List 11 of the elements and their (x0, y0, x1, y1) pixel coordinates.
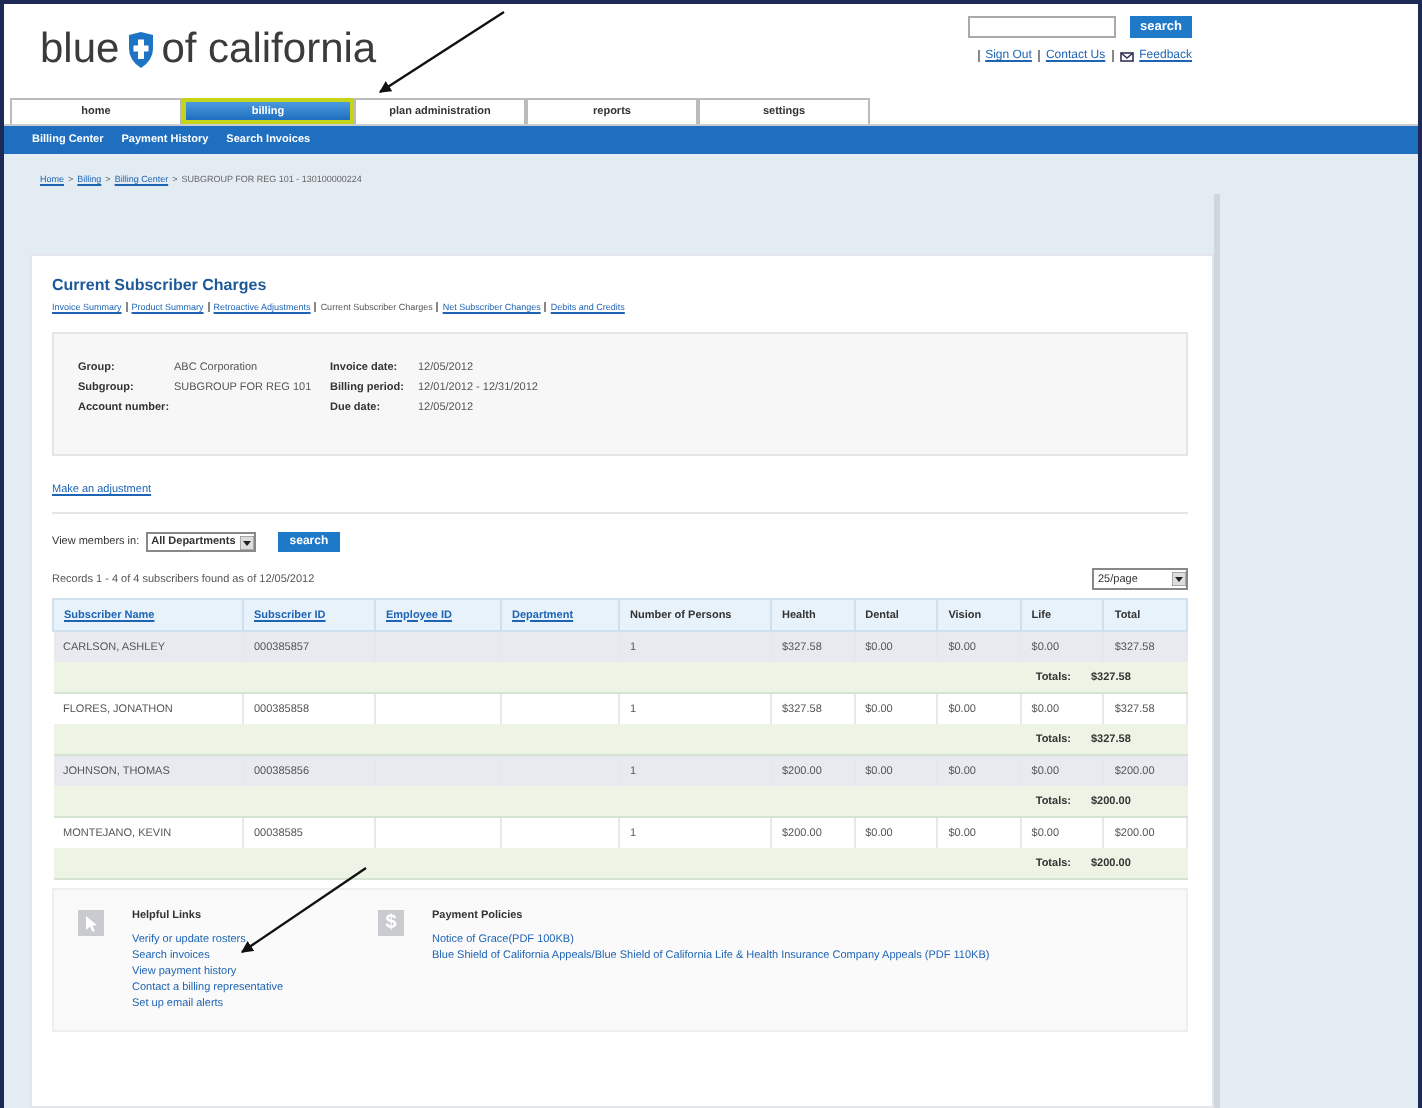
cursor-icon (78, 910, 104, 936)
envelope-icon (1119, 51, 1134, 61)
logo-text: of california (161, 26, 377, 74)
dropdown-arrow-icon (1172, 572, 1186, 586)
annotation-arrow (379, 11, 505, 93)
dollar-icon: $ (378, 910, 404, 936)
logo-text: blue (40, 26, 120, 74)
search-field[interactable] (968, 16, 1117, 38)
page-title: Current Subscriber Charges (52, 276, 269, 294)
shield-icon (125, 32, 156, 68)
dropdown-arrow-icon (239, 535, 254, 549)
